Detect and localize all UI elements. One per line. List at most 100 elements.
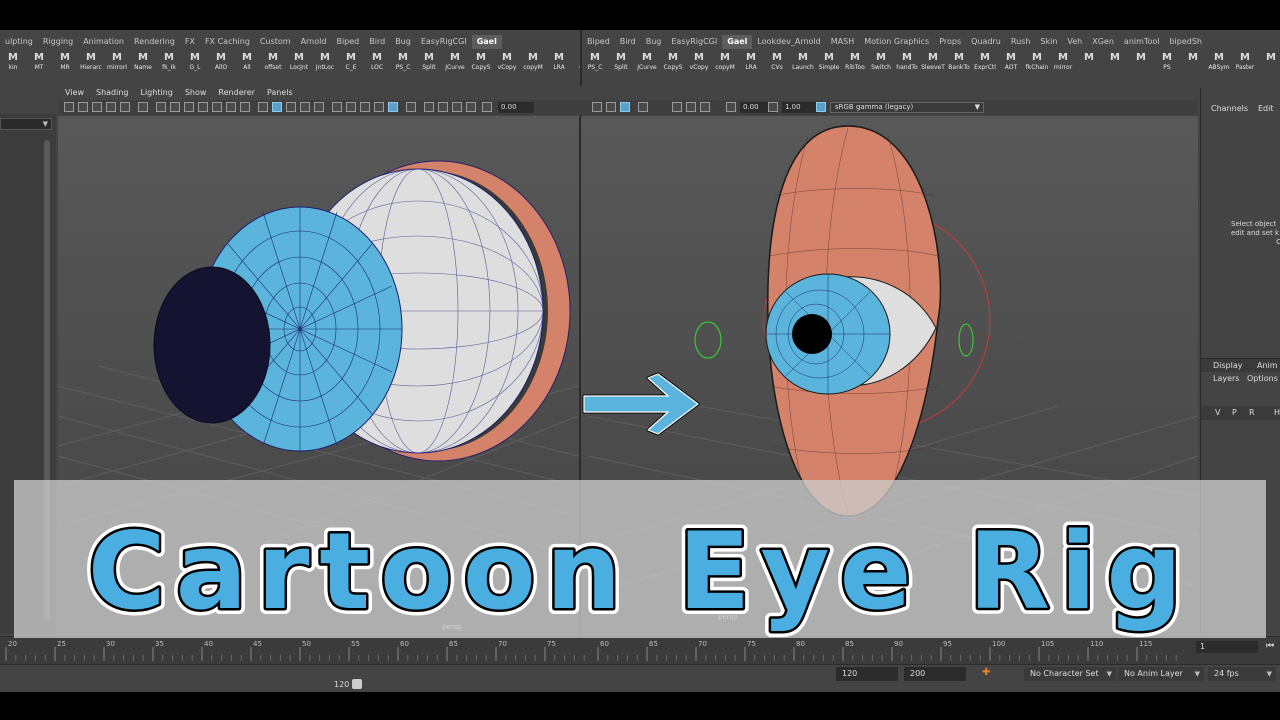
shelf-tool-button[interactable]: M JCurve <box>634 50 660 76</box>
shelf-right-tab-7[interactable]: Motion Graphics <box>859 35 934 49</box>
shelf-tool-button[interactable]: M MR <box>52 50 78 76</box>
backface-icon-right[interactable] <box>700 102 710 112</box>
tab-anim[interactable]: Anim <box>1257 361 1278 370</box>
smooth-shade-icon[interactable] <box>272 102 282 112</box>
exposure-field-left[interactable]: 0.00 <box>498 102 534 113</box>
auto-key-icon[interactable]: ✚ <box>982 667 990 678</box>
safe-title-icon[interactable] <box>240 102 250 112</box>
shelf-tool-button[interactable]: Mfk_Ik <box>156 50 182 76</box>
shelf-tool-button[interactable]: M G_L <box>182 50 208 76</box>
gamma-icon[interactable] <box>768 102 778 112</box>
shelf-right-tab-4[interactable]: Gael <box>722 35 753 49</box>
shelf-tool-button[interactable]: M CopyS <box>468 50 494 76</box>
shelf-tool-button[interactable]: McopyM <box>712 50 738 76</box>
shelf-right-tab-0[interactable]: Biped <box>582 35 615 49</box>
exposure-icon[interactable] <box>482 102 492 112</box>
camera-attributes-icon[interactable] <box>78 102 88 112</box>
menu-lighting[interactable]: Lighting <box>133 86 177 100</box>
xray-icon-right[interactable] <box>672 102 682 112</box>
shelf-tool-button[interactable]: M LRA <box>546 50 572 76</box>
textured-icon[interactable] <box>314 102 324 112</box>
shelf-left-tab-6[interactable]: Custom <box>255 35 296 49</box>
shelf-tool-button[interactable]: MCVs <box>572 50 580 76</box>
shelf-tool-button[interactable]: M AllO <box>208 50 234 76</box>
color-management-icon[interactable] <box>816 102 826 112</box>
shelf-tool-button[interactable]: M <box>1180 50 1206 76</box>
shelf-left-tab-1[interactable]: Rigging <box>38 35 78 49</box>
anim-end-field[interactable]: 120 <box>836 667 898 681</box>
shelf-tool-button[interactable]: M All <box>234 50 260 76</box>
shelf-right-tab-13[interactable]: XGen <box>1087 35 1119 49</box>
shelf-tool-button[interactable]: M <box>1102 50 1128 76</box>
shelf-tool-button[interactable]: Mmirror <box>1050 50 1076 76</box>
isolate-select-icon-right[interactable] <box>638 102 648 112</box>
shadows-icon[interactable] <box>346 102 356 112</box>
safe-action-icon[interactable] <box>226 102 236 112</box>
select-camera-icon[interactable] <box>64 102 74 112</box>
use-all-lights-icon[interactable] <box>332 102 342 112</box>
shelf-tool-button[interactable]: M Paster <box>1232 50 1258 76</box>
go-to-start-icon[interactable]: ⏮ <box>1266 641 1274 651</box>
shelf-right-tab-8[interactable]: Props <box>934 35 966 49</box>
backface-culling-icon[interactable] <box>452 102 462 112</box>
col-reference[interactable]: R <box>1249 408 1255 417</box>
shelf-tool-button[interactable]: M LRA <box>738 50 764 76</box>
shelf-tool-button[interactable]: M PS <box>1154 50 1180 76</box>
shelf-left-tab-9[interactable]: Bird <box>364 35 390 49</box>
xray-icon[interactable] <box>424 102 434 112</box>
use-lights-icon-right[interactable] <box>592 102 602 112</box>
shelf-left-tab-2[interactable]: Animation <box>78 35 129 49</box>
shelf-tool-button[interactable]: M ABSym <box>1206 50 1232 76</box>
wireframe-on-shaded-icon[interactable] <box>300 102 310 112</box>
shelf-tool-button[interactable]: MhandTo <box>894 50 920 76</box>
shelf-tool-button[interactable]: M Name <box>130 50 156 76</box>
menu-view[interactable]: View <box>58 86 89 100</box>
default-material-icon[interactable] <box>286 102 296 112</box>
xray-joints-icon[interactable] <box>438 102 448 112</box>
bookmark-icon[interactable] <box>92 102 102 112</box>
shelf-tool-button[interactable]: M SleeveT <box>920 50 946 76</box>
shelf-left-tab-7[interactable]: Arnold <box>296 35 332 49</box>
color-space-dropdown[interactable]: sRGB gamma (legacy) ▼ <box>830 102 984 113</box>
shelf-tool-button[interactable]: M BankTo <box>946 50 972 76</box>
shelf-tool-button[interactable]: M Split <box>608 50 634 76</box>
shelf-tool-button[interactable]: MvCopy <box>494 50 520 76</box>
col-hide[interactable]: H <box>1274 408 1280 417</box>
shelf-left-tab-4[interactable]: FX <box>180 35 200 49</box>
options-menu[interactable]: Options <box>1247 374 1278 383</box>
shelf-left-tab-5[interactable]: FX Caching <box>200 35 255 49</box>
shelf-tool-button[interactable]: M Split <box>416 50 442 76</box>
shelf-tool-button[interactable]: Mkin <box>0 50 26 76</box>
shelf-right-tab-1[interactable]: Bird <box>615 35 641 49</box>
image-plane-icon[interactable] <box>106 102 116 112</box>
shelf-tool-button[interactable]: M Hierarc <box>78 50 104 76</box>
anim-layer-dropdown[interactable]: No Anim Layer ▼ <box>1118 667 1204 681</box>
shelf-right-tab-5[interactable]: Lookdev_Arnold <box>752 35 825 49</box>
channels-menu[interactable]: Channels <box>1211 104 1248 113</box>
time-slider[interactable]: 20 25 30 35 40 45 50 55 60 65 70 75 60 65 70 75 80 85 90 95… <box>0 636 1280 664</box>
shelf-left-tab-8[interactable]: Biped <box>331 35 364 49</box>
shelf-tool-button[interactable]: M <box>1076 50 1102 76</box>
shelf-tool-button[interactable]: M LOC <box>364 50 390 76</box>
shelf-tool-button[interactable]: M <box>1258 50 1280 76</box>
current-frame-field[interactable]: 1 <box>1196 641 1258 653</box>
tab-display[interactable]: Display <box>1213 361 1243 370</box>
shelf-tool-button[interactable]: M ExprCtl <box>972 50 998 76</box>
wireframe-icon[interactable] <box>258 102 268 112</box>
shelf-tool-button[interactable]: M JntLoc <box>312 50 338 76</box>
shelf-right-tab-12[interactable]: Veh <box>1062 35 1087 49</box>
shelf-right-tab-11[interactable]: Skin <box>1035 35 1062 49</box>
fps-dropdown[interactable]: 24 fps ▼ <box>1208 667 1276 681</box>
screen-space-ao-icon[interactable] <box>360 102 370 112</box>
film-gate-icon[interactable] <box>170 102 180 112</box>
shelf-tool-button[interactable]: M C_E <box>338 50 364 76</box>
shelf-tool-button[interactable]: M AOT <box>998 50 1024 76</box>
left-dropdown[interactable]: ▼ <box>0 118 52 130</box>
2d-pan-icon[interactable] <box>120 102 130 112</box>
shelf-tool-button[interactable]: M PS_C <box>390 50 416 76</box>
shelf-right-tab-2[interactable]: Bug <box>641 35 667 49</box>
shelf-left-tab-12[interactable]: Gael <box>471 35 502 49</box>
anti-aliasing-icon-right[interactable] <box>620 102 630 112</box>
shelf-right-tab-15[interactable]: bipedSh <box>1164 35 1207 49</box>
grease-pencil-icon[interactable] <box>138 102 148 112</box>
